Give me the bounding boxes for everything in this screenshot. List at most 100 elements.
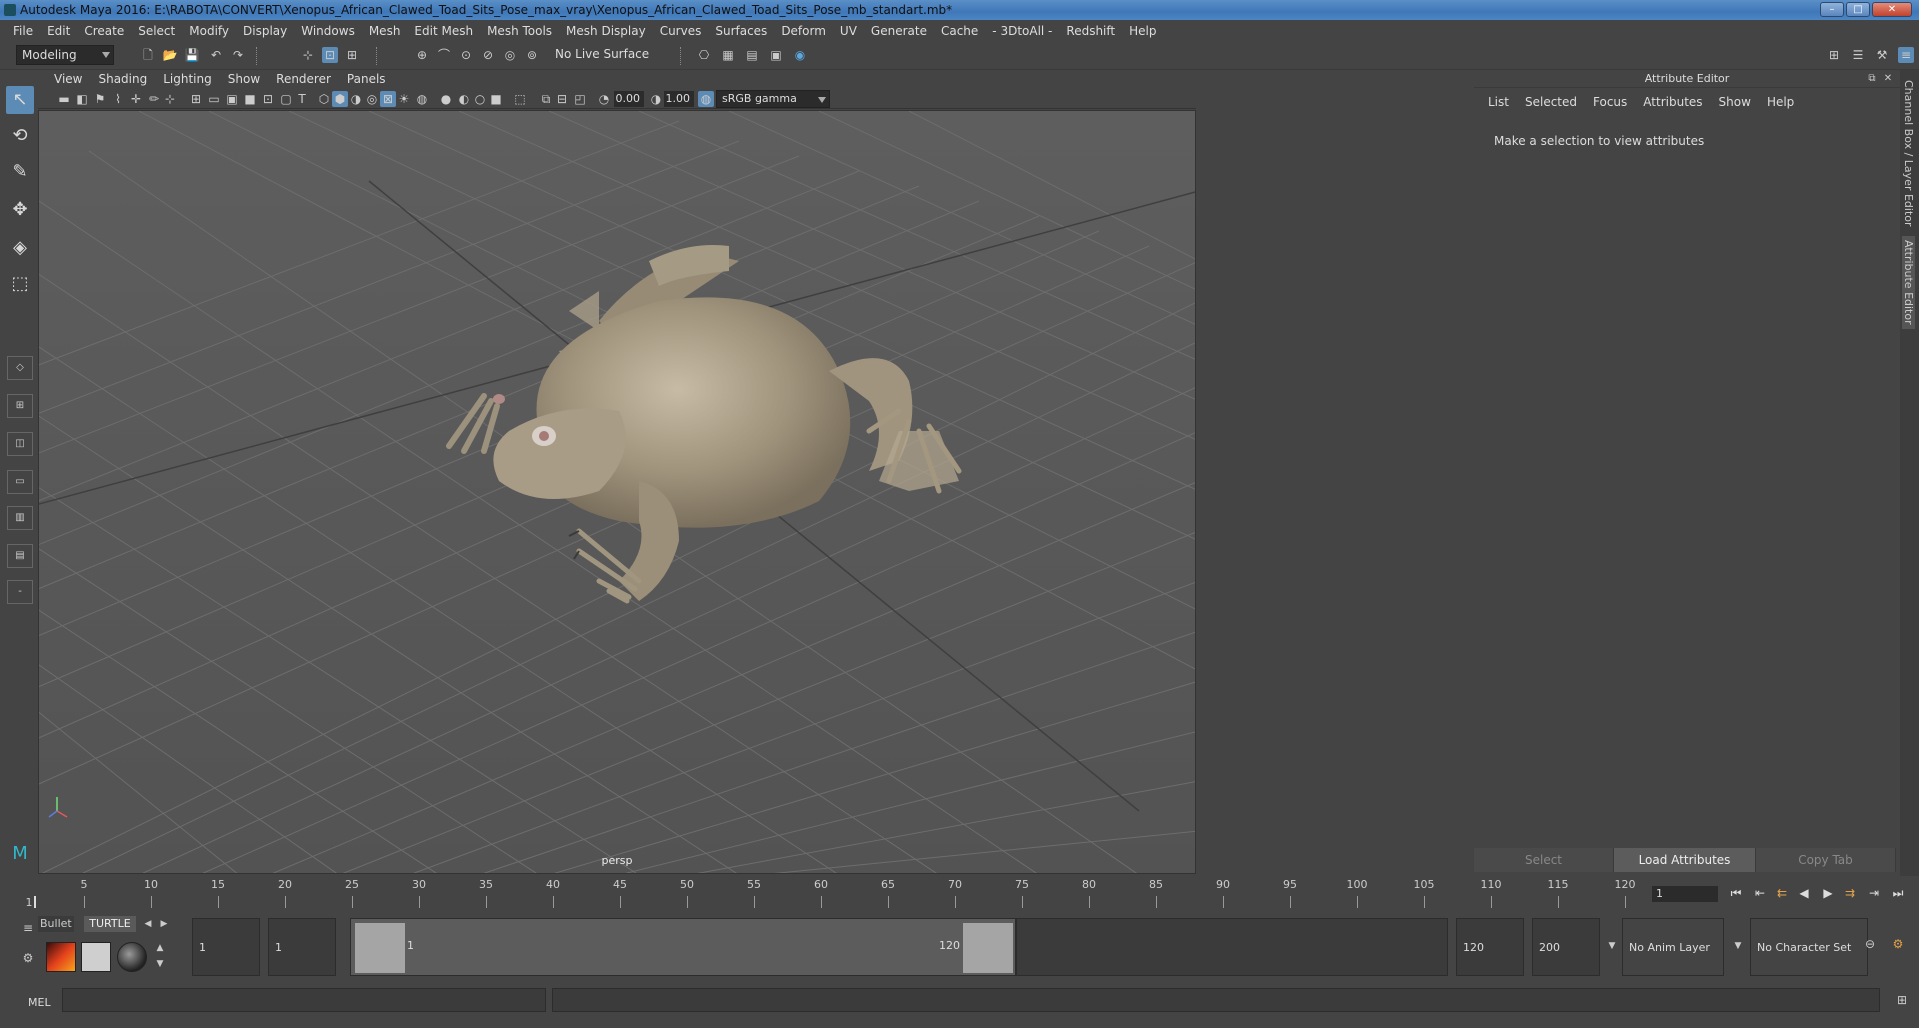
character-set-selector[interactable]: No Character Set [1750,918,1868,976]
menu-help[interactable]: Help [1122,20,1163,42]
menu-curves[interactable]: Curves [653,20,709,42]
custom-layout-icon[interactable]: - [7,580,33,604]
camera-attributes-icon[interactable]: ◧ [74,91,90,107]
menu-deform[interactable]: Deform [774,20,833,42]
snap-view-icon[interactable]: ⊘ [480,47,496,63]
attr-menu-show[interactable]: Show [1711,92,1759,112]
camera-select-icon[interactable]: ▬ [56,91,72,107]
lasso-icon[interactable]: ⟲ [6,122,34,150]
ambient-occlusion-icon[interactable]: ◍ [414,91,430,107]
chevron-down-icon[interactable]: ▼ [1604,938,1620,954]
undo-icon[interactable]: ↶ [208,47,224,63]
vp-menu-renderer[interactable]: Renderer [268,70,339,89]
vp-menu-view[interactable]: View [46,70,90,89]
2d-pan-zoom-icon[interactable]: ✛ [128,91,144,107]
minimize-button[interactable]: – [1820,2,1844,17]
resolution-gate-icon[interactable]: ▣ [224,91,240,107]
menu-edit[interactable]: Edit [40,20,77,42]
menu-mesh-tools[interactable]: Mesh Tools [480,20,559,42]
two-view-layout-icon[interactable]: ◫ [7,432,33,456]
mel-label[interactable]: MEL [28,996,51,1009]
image-plane-icon[interactable]: ⌇ [110,91,126,107]
range-end-handle[interactable] [963,923,1013,973]
start-time-field[interactable]: 1 [192,918,260,976]
menu-generate[interactable]: Generate [864,20,934,42]
menu-mesh[interactable]: Mesh [362,20,408,42]
menu-uv[interactable]: UV [833,20,864,42]
tool-settings-icon[interactable]: ⚒ [1874,47,1890,63]
command-input[interactable] [62,988,546,1012]
vp-menu-panels[interactable]: Panels [339,70,394,89]
chevron-down-icon[interactable]: ▼ [1730,938,1746,954]
shelf-scroll-left-icon[interactable]: ◀ [140,916,156,932]
end-time-field[interactable]: 200 [1532,918,1600,976]
attribute-editor-toggle-icon[interactable]: ☰ [1850,47,1866,63]
multisample-aa-icon[interactable]: ◐ [456,91,472,107]
copy-tab-button[interactable]: Copy Tab [1756,848,1896,872]
close-button[interactable]: ✕ [1872,2,1912,17]
float-panel-icon[interactable]: ⧉ [1864,71,1880,87]
attr-menu-selected[interactable]: Selected [1517,92,1585,112]
gamma-field[interactable]: 1.00 [664,91,694,107]
move-icon[interactable]: ✥ [6,196,34,224]
color-space-selector[interactable]: sRGB gamma [716,90,830,108]
vp-menu-lighting[interactable]: Lighting [155,70,220,89]
shelf-menu-icon[interactable]: ≡ [20,920,36,936]
film-gate-icon[interactable]: ▭ [206,91,222,107]
go-to-start-icon[interactable]: ⏮ [1728,885,1744,901]
select-arrow-icon[interactable]: ↖ [6,86,34,114]
xray-icon[interactable]: ⬚ [512,91,528,107]
render-settings-icon[interactable]: ⎔ [696,47,712,63]
go-to-end-icon[interactable]: ⏭ [1890,885,1906,901]
single-view-layout-icon[interactable]: ◇ [7,356,33,380]
wireframe-grid-icon[interactable]: ⊞ [188,91,204,107]
attr-menu-help[interactable]: Help [1759,92,1802,112]
step-back-key-icon[interactable]: ⇇ [1774,885,1790,901]
gate-mask-icon[interactable]: ■ [242,91,258,107]
time-ruler[interactable]: 1 5 10 15 20 25 30 35 40 45 50 55 60 65 … [26,878,1640,909]
channel-box-toggle-icon[interactable]: ≡ [1898,47,1914,63]
exposure-field[interactable]: 0.00 [614,91,644,107]
play-forward-icon[interactable]: ▶ [1820,885,1836,901]
motion-blur-icon[interactable]: ● [438,91,454,107]
time-slider[interactable]: 1 5 10 15 20 25 30 35 40 45 50 55 60 65 … [0,876,1919,912]
xray-joints-icon[interactable]: ⧉ [538,91,554,107]
gamma-icon[interactable]: ◑ [648,91,664,107]
menu-edit-mesh[interactable]: Edit Mesh [407,20,480,42]
playback-start-field[interactable]: 1 [268,918,336,976]
grid-toggle-icon[interactable]: ⊹ [162,91,178,107]
textured-icon[interactable]: ◎ [364,91,380,107]
step-forward-icon[interactable]: ⇥ [1866,885,1882,901]
close-panel-icon[interactable]: ✕ [1880,71,1896,87]
bookmark-icon[interactable]: ⚑ [92,91,108,107]
menu-select[interactable]: Select [131,20,182,42]
menu-windows[interactable]: Windows [294,20,362,42]
attribute-editor-tab[interactable]: Attribute Editor [1902,236,1915,329]
select-hierarchy-icon[interactable]: ⊹ [300,47,316,63]
persp-outliner-layout-icon[interactable]: ▭ [7,470,33,494]
menu-display[interactable]: Display [236,20,294,42]
redo-icon[interactable]: ↷ [230,47,246,63]
depth-of-field-icon[interactable]: ○ [472,91,488,107]
graph-layout-icon[interactable]: ▤ [7,544,33,568]
menu-file[interactable]: File [6,20,40,42]
menu-create[interactable]: Create [77,20,131,42]
menu-redshift[interactable]: Redshift [1059,20,1122,42]
hypershade-icon[interactable]: ◉ [792,47,808,63]
grease-pencil-icon[interactable]: ✏ [146,91,162,107]
menu-3dtoall[interactable]: - 3DtoAll - [985,20,1059,42]
snap-surface-icon[interactable]: ◎ [502,47,518,63]
turtle-render-icon[interactable] [46,942,76,972]
open-scene-icon[interactable]: 📂 [162,47,178,63]
select-component-icon[interactable]: ⊞ [344,47,360,63]
render-view-icon[interactable]: ▣ [768,47,784,63]
new-scene-icon[interactable]: 🗋 [140,47,156,63]
animation-preferences-icon[interactable]: ⚙ [1890,936,1906,952]
color-management-icon[interactable]: ◍ [698,91,714,107]
use-all-lights-icon[interactable]: ⊠ [380,91,396,107]
load-attributes-button[interactable]: Load Attributes [1614,848,1756,872]
ipr-render-icon[interactable]: ▤ [744,47,760,63]
xray-components-icon[interactable]: ⊟ [554,91,570,107]
step-back-icon[interactable]: ⇤ [1752,885,1768,901]
shadows-icon[interactable]: ☀ [396,91,412,107]
